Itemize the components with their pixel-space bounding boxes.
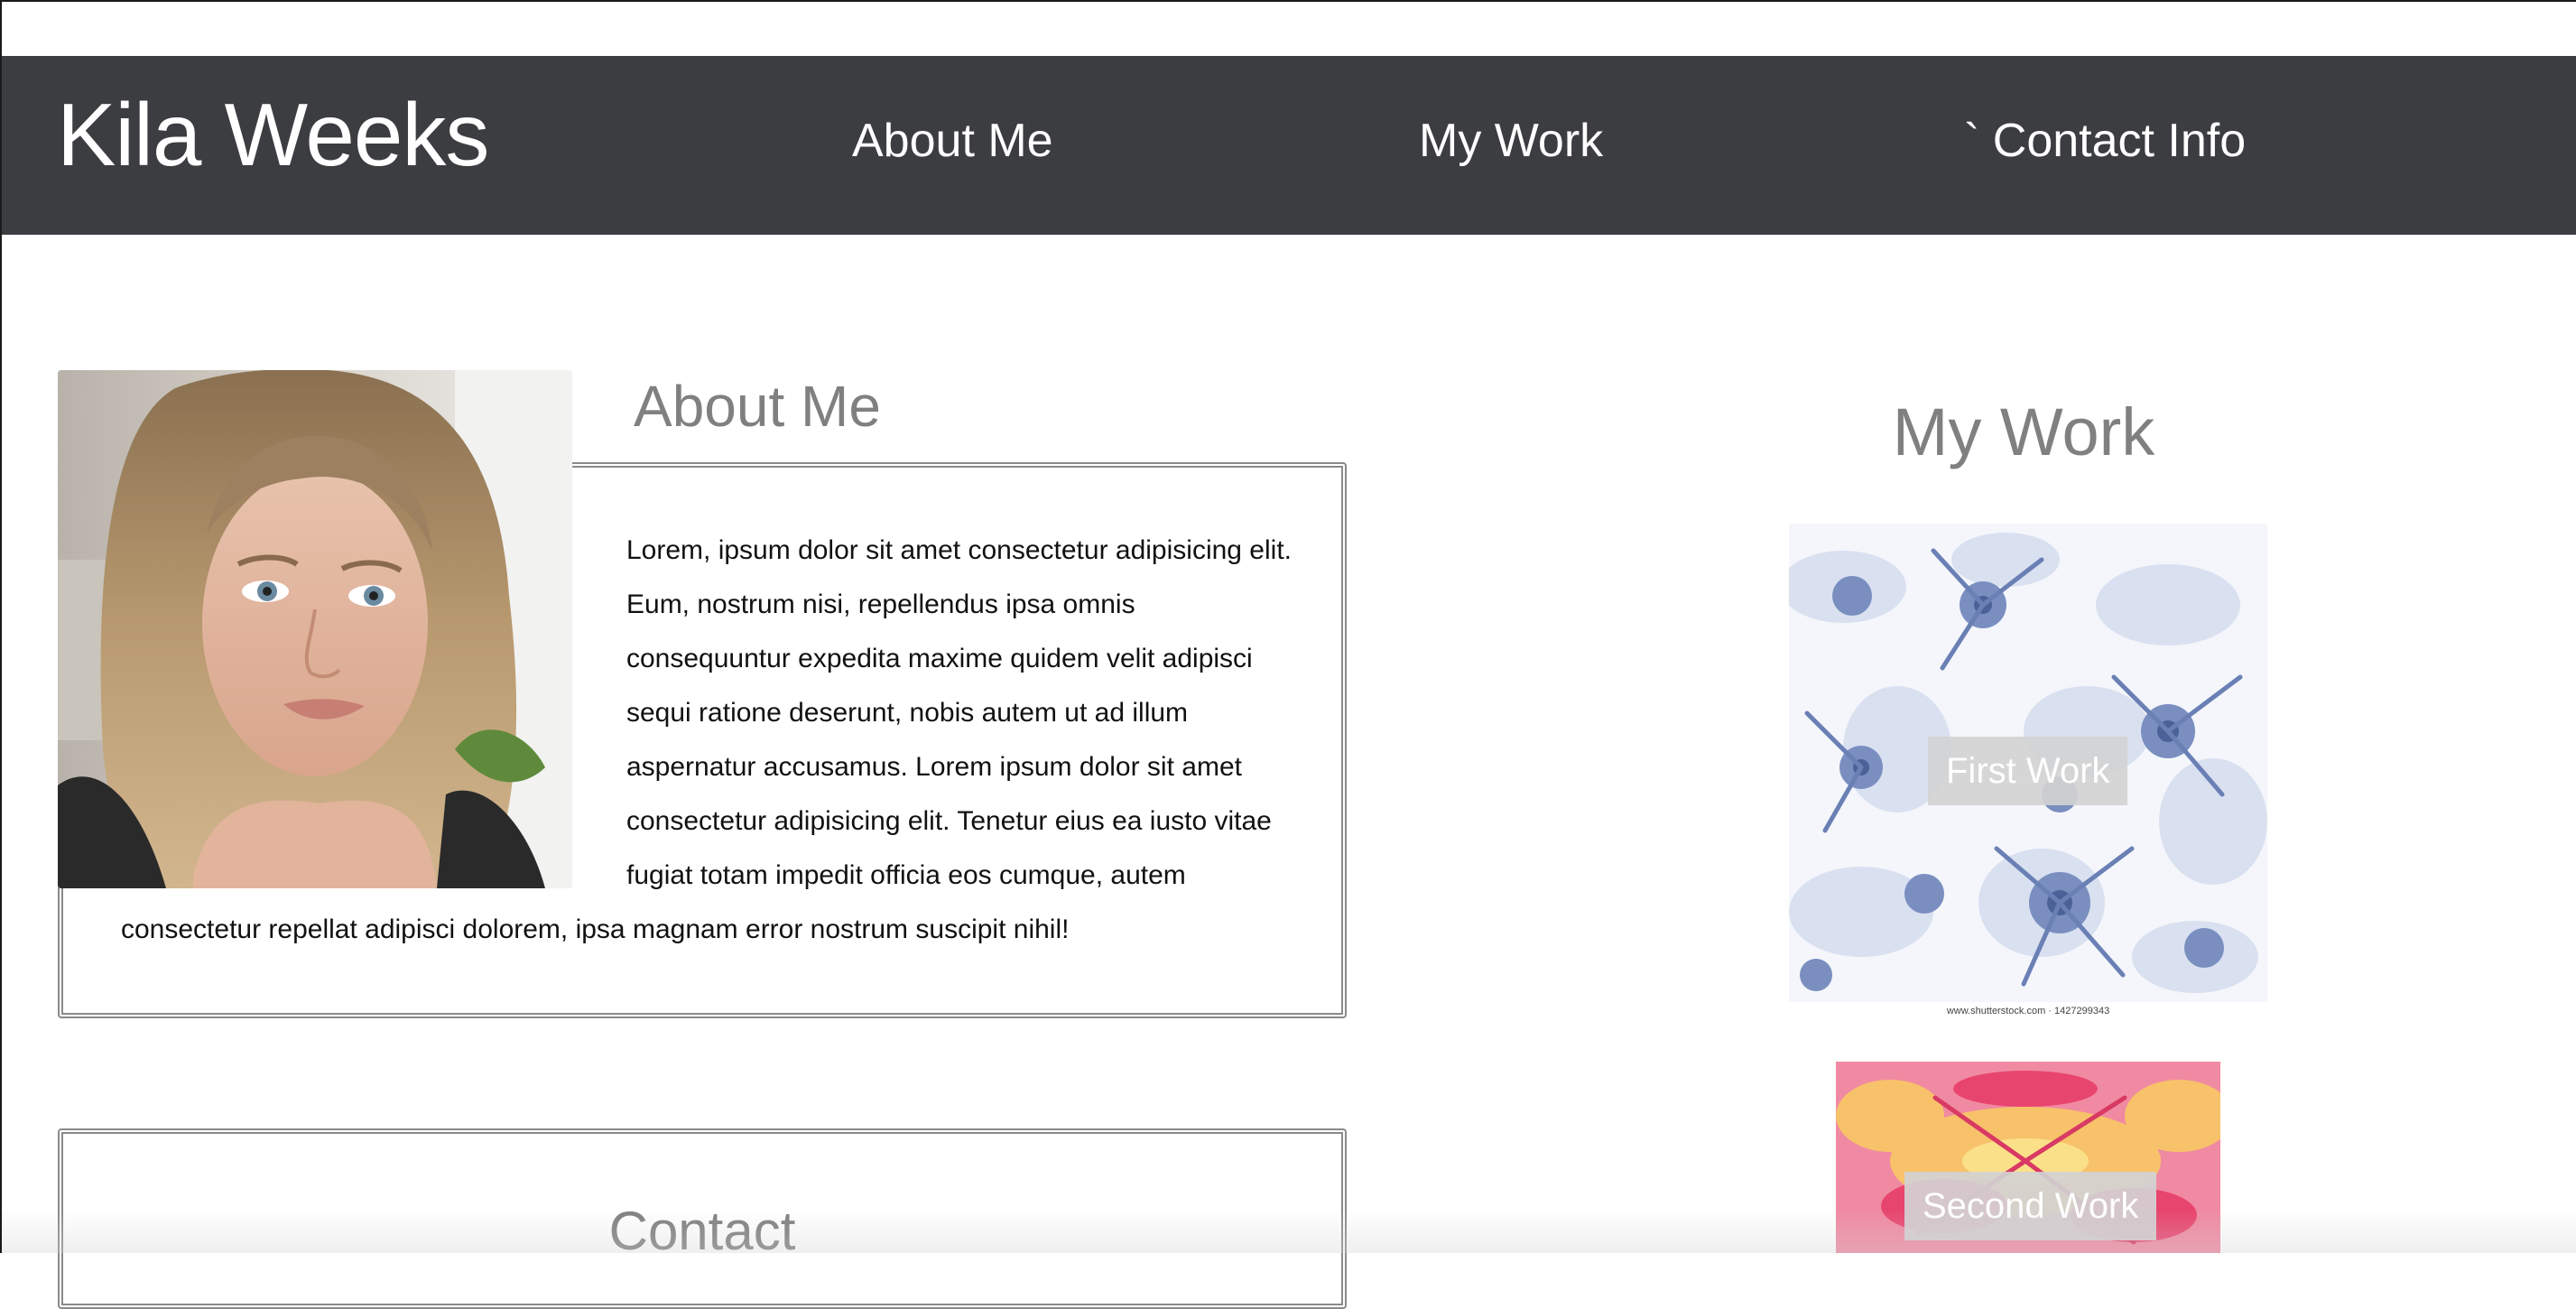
site-brand[interactable]: Kila Weeks bbox=[57, 90, 489, 179]
nav-link-my-work[interactable]: My Work bbox=[1419, 117, 1603, 164]
about-heading: About Me bbox=[634, 374, 881, 439]
window-top-border bbox=[2, 0, 2576, 2]
first-work-label[interactable]: First Work bbox=[1928, 737, 2128, 805]
nav-link-about-me[interactable]: About Me bbox=[852, 117, 1053, 164]
portrait-illustration bbox=[58, 370, 572, 888]
work-heading: My Work bbox=[1892, 395, 2155, 469]
second-work-label[interactable]: Second Work bbox=[1904, 1172, 2157, 1240]
nav-link-contact-info[interactable]: ` Contact Info bbox=[1964, 117, 2246, 164]
work-watermark: www.shutterstock.com · 1427299343 bbox=[1946, 1006, 2109, 1017]
portrait-photo bbox=[58, 370, 572, 888]
contact-heading: Contact bbox=[608, 1201, 796, 1261]
